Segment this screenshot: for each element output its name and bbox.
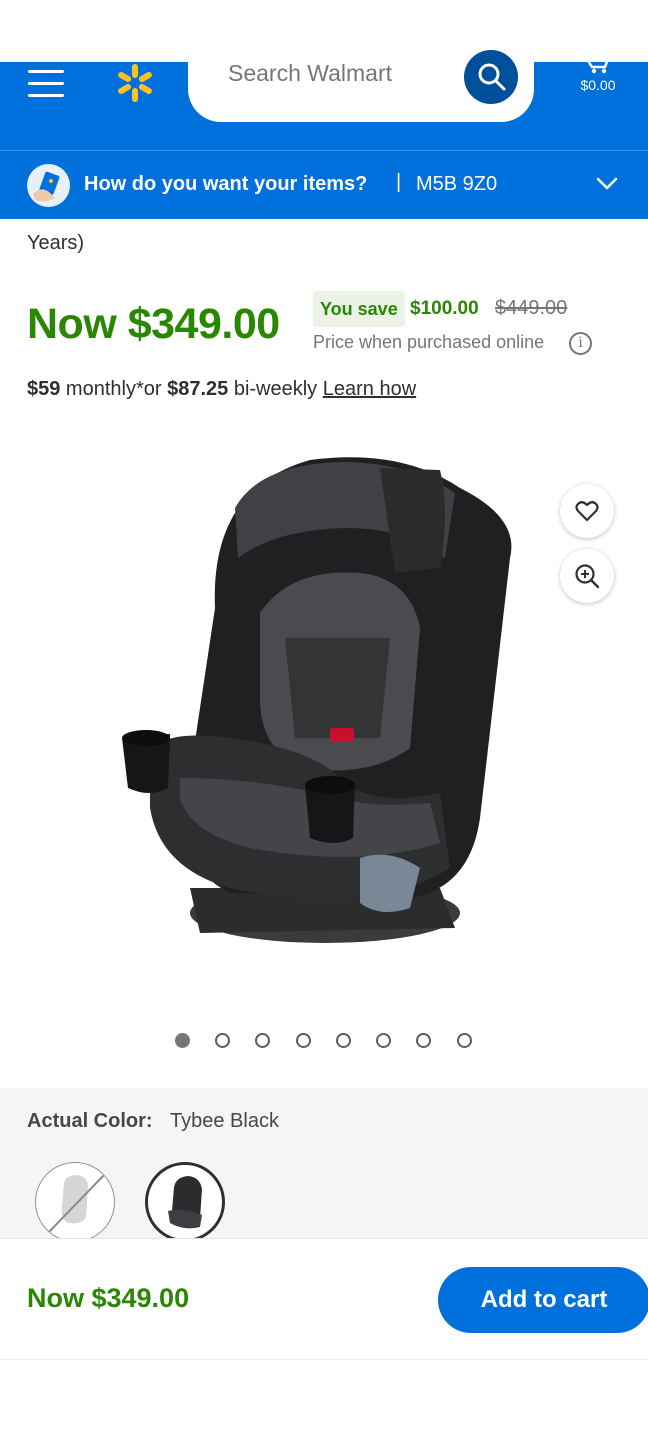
- heart-icon: [575, 501, 599, 522]
- product-title: Years): [27, 232, 85, 254]
- fulfillment-separator: |: [396, 171, 402, 193]
- payment-options: $59 monthly*or $87.25 bi-weekly Learn ho…: [27, 378, 416, 401]
- carousel-dot[interactable]: [336, 1033, 351, 1048]
- search-input[interactable]: Search Walmart: [228, 60, 392, 87]
- color-label: Actual Color:: [27, 1110, 153, 1132]
- header-bar: Search Walmart $0.00: [0, 50, 648, 150]
- postal-code: M5B 9Z0: [416, 173, 498, 195]
- biweekly-amount: $87.25: [167, 378, 229, 400]
- fulfillment-icon: [27, 164, 70, 207]
- sticky-price: Now $349.00: [27, 1283, 190, 1313]
- variant-panel: Actual Color: Tybee Black: [0, 1088, 648, 1240]
- you-save-badge: You save: [313, 291, 405, 327]
- carousel-dot[interactable]: [255, 1033, 270, 1048]
- biweekly-text: bi-weekly: [228, 378, 323, 400]
- zoom-in-icon: [575, 564, 600, 589]
- fulfillment-selector[interactable]: How do you want your items? | M5B 9Z0: [0, 150, 648, 219]
- favorite-button[interactable]: [560, 484, 614, 538]
- chevron-down-icon: [596, 177, 618, 190]
- search-field[interactable]: Search Walmart: [188, 50, 534, 122]
- learn-how-link[interactable]: Learn how: [323, 378, 416, 400]
- carousel-dot[interactable]: [175, 1033, 190, 1048]
- add-to-cart-button[interactable]: Add to cart: [438, 1267, 648, 1333]
- was-price: $449.00: [495, 297, 568, 319]
- color-value: Tybee Black: [170, 1110, 279, 1132]
- cart-icon: [584, 58, 610, 74]
- product-image[interactable]: [110, 448, 530, 968]
- price-note: Price when purchased online: [313, 332, 545, 352]
- walmart-spark-icon[interactable]: [110, 62, 160, 104]
- fulfillment-question: How do you want your items?: [84, 173, 368, 195]
- info-icon[interactable]: i: [569, 332, 592, 355]
- cart-total: $0.00: [580, 77, 616, 93]
- color-swatch-unavailable[interactable]: [35, 1162, 115, 1240]
- cart-button[interactable]: $0.00: [570, 58, 630, 104]
- carousel-dot[interactable]: [215, 1033, 230, 1048]
- save-amount: $100.00: [410, 298, 479, 319]
- zoom-button[interactable]: [560, 549, 614, 603]
- carousel-dot[interactable]: [296, 1033, 311, 1048]
- carousel-dot[interactable]: [376, 1033, 391, 1048]
- carousel-dot[interactable]: [457, 1033, 472, 1048]
- current-price: Now $349.00: [27, 300, 280, 348]
- color-swatch-tybee-black[interactable]: [145, 1162, 225, 1240]
- menu-icon[interactable]: [28, 68, 66, 98]
- status-area: [0, 0, 648, 62]
- search-button[interactable]: [464, 50, 518, 104]
- monthly-text: monthly*or: [60, 378, 168, 400]
- monthly-amount: $59: [27, 378, 61, 400]
- search-icon: [478, 63, 506, 91]
- sticky-add-to-cart-bar: Now $349.00 Add to cart: [0, 1238, 648, 1360]
- carousel-dot[interactable]: [416, 1033, 431, 1048]
